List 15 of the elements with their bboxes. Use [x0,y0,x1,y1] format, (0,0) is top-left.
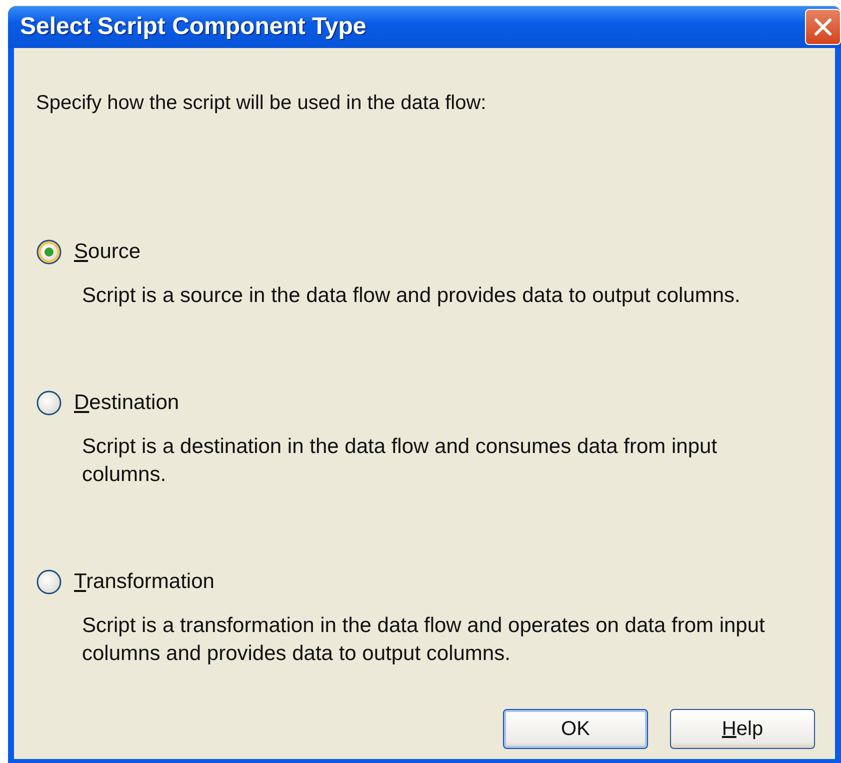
radio[interactable] [36,569,62,595]
close-button[interactable] [805,9,841,45]
dialog-button[interactable]: Help [670,709,815,749]
option-label[interactable]: Source [74,240,141,264]
radio-selected[interactable] [36,239,62,265]
close-icon [813,17,833,37]
option-description: Script is a transformation in the data flow and operates on data from input columns and provides data to output columns. [82,613,766,667]
radio[interactable] [36,390,62,416]
option-label[interactable]: Destination [74,391,180,415]
default-button[interactable]: OK [503,709,648,749]
window-title: Select Script Component Type [20,13,366,41]
option-description: Script is a source in the data flow and provides data to output columns. [82,283,742,309]
option-description: Script is a destination in the data flow and consumes data from input columns. [82,434,718,488]
option-label[interactable]: Transformation [74,570,214,594]
prompt-text: Specify how the script will be used in the data flow: [36,92,488,115]
